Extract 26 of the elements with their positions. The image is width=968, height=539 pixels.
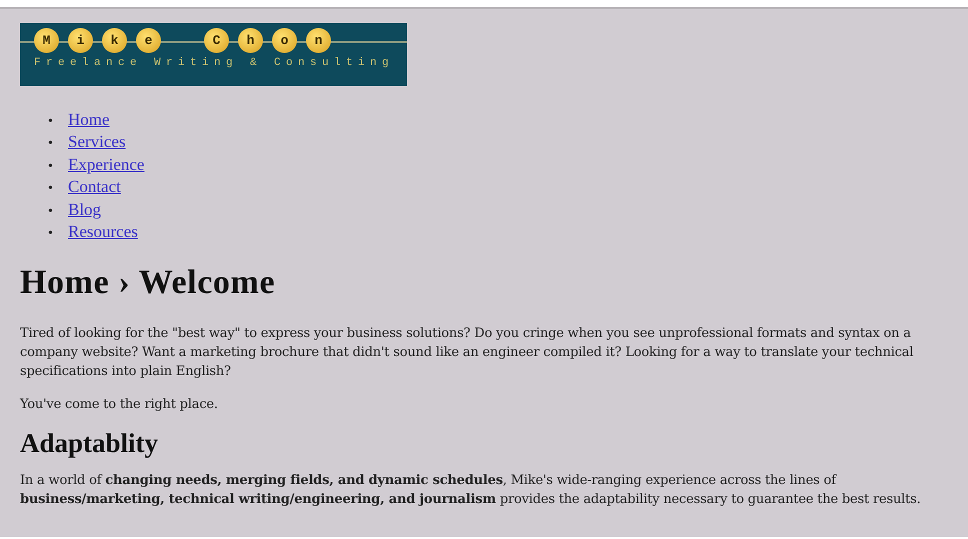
nav-link[interactable]: Home [68,110,110,129]
logo-letter: C [204,28,229,53]
logo-letter: e [136,28,161,53]
paragraph: In a world of changing needs, merging fields, and dynamic schedules, Mike's wide-ranging experience across the lines of business/marketing, technical writing/engineering, and journalism provides the adaptability necessary to guarantee the best results. [20,472,922,510]
logo-letter: k [102,28,127,53]
page-heading: Home › Welcome [20,264,276,302]
logo-tagline: Freelance Writing & Consulting [34,57,396,69]
logo-letter: h [238,28,263,53]
bullet: • [48,135,54,154]
bullet: • [48,158,54,176]
logo-letter: i [68,28,93,53]
paragraph: You've come to the right place. [20,396,219,414]
nav-link[interactable]: Resources [68,222,138,242]
bullet: • [48,180,54,198]
section-heading: Adaptablity [20,428,160,460]
nav-link[interactable]: Services [68,132,126,152]
logo-letter: M [34,28,59,53]
paragraph: Tired of looking for the "best way" to express your business solutions? Do you cringe when you see unprofessional formats and syntax on a company website? Want a marketing brochure that didn't sound like an engineer compiled it? Looking for a way to translate your technical specifications into plain English? [20,325,914,382]
nav-link[interactable]: Blog [68,200,102,219]
logo-letter: o [272,28,297,53]
logo-letter: n [306,28,331,53]
bullet: • [48,202,54,221]
nav-link[interactable]: Experience [68,154,144,174]
nav-link[interactable]: Contact [68,177,121,196]
bullet: • [48,225,54,244]
bullet: • [48,113,54,131]
